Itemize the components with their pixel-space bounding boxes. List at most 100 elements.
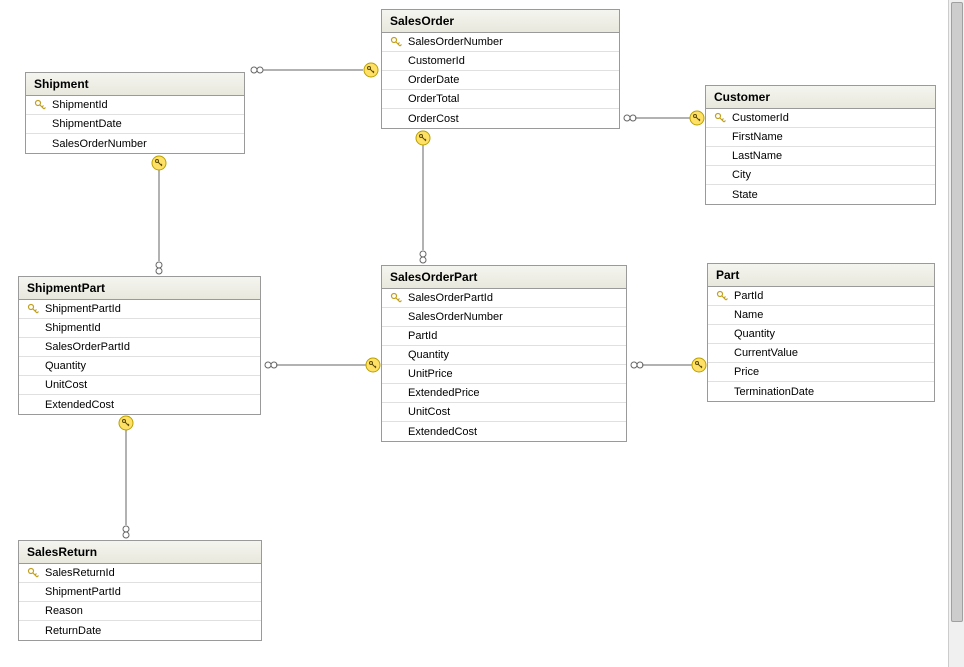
entity-salesorder[interactable]: SalesOrder SalesOrderNumber CustomerId O… [381,9,620,129]
column-row[interactable]: SalesOrderPartId [19,338,260,357]
entity-title: SalesReturn [19,541,261,564]
key-icon [23,303,43,315]
column-name: Price [732,366,759,378]
column-row[interactable]: CustomerId [382,52,619,71]
column-name: ExtendedCost [406,426,477,438]
column-row[interactable]: ShipmentPartId [19,300,260,319]
entity-columns: ShipmentPartId ShipmentId SalesOrderPart… [19,300,260,414]
relationship-shipmentpart-salesorderpart[interactable] [261,355,381,375]
key-icon [710,112,730,124]
key-icon [712,290,732,302]
column-row[interactable]: Reason [19,602,261,621]
column-row[interactable]: State [706,185,935,204]
column-name: ShipmentDate [50,118,122,130]
column-name: SalesOrderPartId [43,341,130,353]
column-name: ReturnDate [43,625,101,637]
column-name: UnitCost [406,406,450,418]
relationship-salesorderpart-part[interactable] [627,355,707,375]
column-name: Quantity [406,349,449,361]
column-name: Quantity [43,360,86,372]
column-name: SalesOrderNumber [50,138,147,150]
relationship-shipmentpart-salesreturn[interactable] [116,415,136,540]
column-row[interactable]: ExtendedCost [382,422,626,441]
column-name: OrderDate [406,74,459,86]
entity-title: Customer [706,86,935,109]
column-row[interactable]: SalesOrderPartId [382,289,626,308]
relationship-salesorder-salesorderpart[interactable] [413,130,433,265]
column-row[interactable]: SalesOrderNumber [382,308,626,327]
column-row[interactable]: Quantity [19,357,260,376]
column-name: UnitCost [43,379,87,391]
column-row[interactable]: SalesOrderNumber [26,134,244,153]
entity-salesorderpart[interactable]: SalesOrderPart SalesOrderPartId SalesOrd… [381,265,627,442]
entity-shipmentpart[interactable]: ShipmentPart ShipmentPartId ShipmentId S… [18,276,261,415]
scrollbar-thumb[interactable] [951,2,963,622]
column-name: SalesOrderNumber [406,36,503,48]
entity-part[interactable]: Part PartId Name Quantity CurrentValue P… [707,263,935,402]
column-row[interactable]: OrderTotal [382,90,619,109]
column-name: ShipmentId [50,99,108,111]
column-row[interactable]: Quantity [708,325,934,344]
column-row[interactable]: PartId [708,287,934,306]
entity-title: Shipment [26,73,244,96]
column-name: Reason [43,605,83,617]
entity-shipment[interactable]: Shipment ShipmentId ShipmentDate SalesOr… [25,72,245,154]
column-row[interactable]: ShipmentPartId [19,583,261,602]
column-row[interactable]: ExtendedCost [19,395,260,414]
column-row[interactable]: SalesReturnId [19,564,261,583]
column-name: PartId [732,290,763,302]
column-name: State [730,189,758,201]
relationship-shipment-salesorder[interactable] [245,60,381,80]
column-name: ExtendedCost [43,399,114,411]
entity-columns: CustomerId FirstName LastName City State [706,109,935,204]
column-row[interactable]: ShipmentId [19,319,260,338]
entity-title: SalesOrder [382,10,619,33]
column-row[interactable]: ShipmentId [26,96,244,115]
column-row[interactable]: ExtendedPrice [382,384,626,403]
relationship-shipment-shipmentpart[interactable] [149,155,169,276]
column-row[interactable]: PartId [382,327,626,346]
column-name: City [730,169,751,181]
column-row[interactable]: Name [708,306,934,325]
entity-customer[interactable]: Customer CustomerId FirstName LastName C… [705,85,936,205]
column-row[interactable]: UnitCost [382,403,626,422]
entity-columns: SalesOrderNumber CustomerId OrderDate Or… [382,33,619,128]
entity-title: Part [708,264,934,287]
entity-salesreturn[interactable]: SalesReturn SalesReturnId ShipmentPartId… [18,540,262,641]
column-row[interactable]: City [706,166,935,185]
entity-columns: PartId Name Quantity CurrentValue Price … [708,287,934,401]
column-name: Name [732,309,763,321]
column-row[interactable]: ReturnDate [19,621,261,640]
column-row[interactable]: SalesOrderNumber [382,33,619,52]
column-name: ShipmentPartId [43,586,121,598]
column-row[interactable]: FirstName [706,128,935,147]
column-name: FirstName [730,131,783,143]
column-name: SalesReturnId [43,567,115,579]
column-row[interactable]: UnitPrice [382,365,626,384]
column-name: UnitPrice [406,368,453,380]
column-row[interactable]: OrderDate [382,71,619,90]
column-name: SalesOrderNumber [406,311,503,323]
entity-columns: SalesReturnId ShipmentPartId Reason Retu… [19,564,261,640]
entity-title: ShipmentPart [19,277,260,300]
column-name: SalesOrderPartId [406,292,493,304]
column-name: PartId [406,330,437,342]
key-icon [23,567,43,579]
column-row[interactable]: ShipmentDate [26,115,244,134]
column-row[interactable]: CurrentValue [708,344,934,363]
key-icon [386,36,406,48]
column-row[interactable]: Quantity [382,346,626,365]
column-name: CustomerId [406,55,465,67]
column-name: Quantity [732,328,775,340]
column-name: OrderCost [406,113,459,125]
column-row[interactable]: CustomerId [706,109,935,128]
column-row[interactable]: OrderCost [382,109,619,128]
column-row[interactable]: LastName [706,147,935,166]
column-name: CurrentValue [732,347,798,359]
relationship-salesorder-customer[interactable] [620,108,705,128]
column-row[interactable]: UnitCost [19,376,260,395]
column-row[interactable]: Price [708,363,934,382]
vertical-scrollbar[interactable] [948,0,964,667]
column-row[interactable]: TerminationDate [708,382,934,401]
entity-title: SalesOrderPart [382,266,626,289]
